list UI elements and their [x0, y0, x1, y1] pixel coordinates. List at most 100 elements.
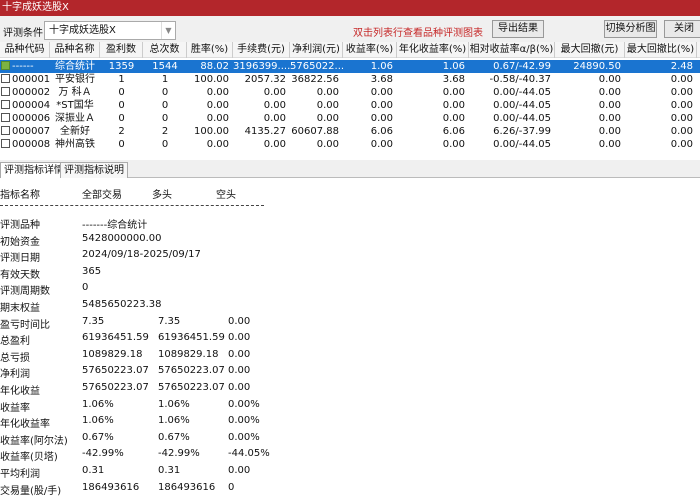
indicator-name: 有效天数 [0, 269, 40, 281]
cell: 0.00 [598, 139, 621, 150]
indicator-value: -42.99% [82, 448, 124, 460]
cell: 0.00 [670, 126, 693, 137]
cell: 3.68 [442, 74, 465, 85]
table-row[interactable]: 000002 万 科Ａ 0 0 0.00 0.00 0.00 0.00 0.00 0.00/-44… [0, 86, 700, 99]
checkbox[interactable] [1, 126, 10, 135]
cell: 2 [161, 126, 169, 137]
indicator-value: 0.67% [82, 431, 114, 443]
cell: 6.26/-37.99 [493, 126, 551, 137]
column-header[interactable]: 最大回撤比(%) [625, 42, 697, 58]
hint-text: 双击列表行查看品种评测图表 [353, 28, 483, 39]
cell: 000006 [12, 113, 50, 124]
column-header[interactable]: 总次数 [143, 42, 187, 58]
table-row[interactable]: 000007 全新好 2 2 100.00 4135.27 60607.88 6.06 6.06… [0, 125, 700, 138]
cell: 0.00 [670, 100, 693, 111]
indicator-name: 年化收益率 [0, 419, 50, 431]
export-button[interactable]: 导出结果 [492, 20, 544, 38]
switch-chart-button[interactable]: 切换分析图 [604, 20, 657, 38]
cell: 0.00 [263, 100, 286, 111]
tab-indicator-details[interactable]: 评测指标详情 [0, 162, 68, 178]
column-header[interactable]: 净利润(元) [290, 42, 343, 58]
close-button[interactable]: 关闭 [664, 20, 700, 38]
tab-bar: 评测指标详情 评测指标说明 [0, 160, 700, 178]
indicator-value: 0.67% [158, 431, 190, 443]
column-header[interactable]: 相对收益率α/β(%) [469, 42, 555, 58]
condition-select[interactable]: 十字成妖选股X ▼ [44, 21, 176, 40]
window-title: 十字成妖选股X [2, 2, 69, 13]
condition-value: 十字成妖选股X [49, 25, 116, 36]
cell: 0.00 [206, 100, 229, 111]
indicator-value: 0.00 [228, 315, 251, 327]
indicator-value: 1.06% [158, 398, 190, 410]
column-header[interactable]: 最大回撤(元) [555, 42, 625, 58]
cell: 0.00 [206, 113, 229, 124]
results-table[interactable]: 品种代码 品种名称 盈利数 总次数 胜率(%) 手续费(元) 净利润(元) 收益率(%) 年化收… [0, 42, 700, 158]
column-header[interactable]: 手续费(元) [233, 42, 290, 58]
table-row[interactable]: 000001 平安银行 1 1 100.00 2057.32 36822.56 3.68 3.6… [0, 73, 700, 86]
detail-panel: 指标名称 全部交易 多头 空头 评测品种 -------综合统计 初始资金 542800000… [0, 178, 700, 497]
cell: 000004 [12, 100, 50, 111]
indicator-value: 57650223.07 [158, 365, 225, 377]
table-header: 品种代码 品种名称 盈利数 总次数 胜率(%) 手续费(元) 净利润(元) 收益率(%) 年化收… [0, 42, 700, 58]
column-header[interactable]: 品种名称 [50, 42, 100, 58]
cell: 0.00 [670, 87, 693, 98]
table-row[interactable]: ------ 综合统计 1359 1544 88.02 3196399.... 576502… [0, 60, 700, 73]
toolbar: 评测条件: 十字成妖选股X ▼ 双击列表行查看品种评测图表 导出结果 切换分析图 … [0, 16, 700, 42]
column-header[interactable]: 年化收益率(%) [397, 42, 469, 58]
summary-icon[interactable] [1, 61, 10, 70]
title-bar: 十字成妖选股X [0, 0, 700, 16]
checkbox[interactable] [1, 113, 10, 122]
cell: 2057.32 [244, 74, 286, 85]
indicator-value: 7.35 [158, 315, 181, 327]
indicator-value: 0.00 [228, 332, 251, 344]
cell: 0.00 [670, 74, 693, 85]
indicator-value: 57650223.07 [82, 382, 149, 393]
cell: 0.00 [442, 113, 465, 124]
table-row[interactable]: 000006 深振业Ａ 0 0 0.00 0.00 0.00 0.00 0.00 0.00/-44… [0, 112, 700, 125]
cell: 0 [161, 100, 169, 111]
cell: 0.00 [370, 139, 393, 150]
indicator-name: 总亏损 [0, 352, 30, 364]
cell: 0.67/-42.99 [493, 61, 551, 72]
cell: 0.00/-44.05 [493, 139, 551, 150]
cell: 0.00 [598, 113, 621, 124]
cell: 深振业Ａ [55, 113, 95, 124]
detail-header: 空头 [216, 190, 236, 201]
indicator-name: 平均利润 [0, 469, 40, 480]
cell: 000002 [12, 87, 50, 98]
checkbox[interactable] [1, 100, 10, 109]
indicator-name: 收益率(阿尔法) [0, 435, 68, 447]
cell: 0.00 [206, 139, 229, 150]
cell: 3.68 [370, 74, 393, 85]
indicator-value: 0.00% [228, 398, 260, 410]
indicator-value: -42.99% [158, 448, 200, 460]
indicator-value: 0.00 [228, 348, 251, 360]
column-header[interactable]: 盈利数 [100, 42, 143, 58]
cell: 24890.50 [573, 61, 621, 72]
indicator-name: 盈亏时间比 [0, 319, 50, 331]
indicator-value: 0.00% [228, 415, 260, 427]
cell: 平安银行 [55, 74, 95, 85]
table-row[interactable]: 000004 *ST国华 0 0 0.00 0.00 0.00 0.00 0.00 0.00/-4… [0, 99, 700, 112]
cell: 2 [118, 126, 125, 137]
tab-indicator-description[interactable]: 评测指标说明 [60, 162, 128, 178]
chevron-down-icon[interactable]: ▼ [161, 22, 175, 39]
indicator-value: 0.00 [228, 465, 251, 476]
column-header[interactable]: 品种代码 [0, 42, 50, 58]
cell: 0.00 [442, 139, 465, 150]
cell: 0.00 [370, 87, 393, 98]
column-header[interactable]: 胜率(%) [187, 42, 233, 58]
column-header[interactable]: 收益率(%) [343, 42, 397, 58]
checkbox[interactable] [1, 139, 10, 148]
checkbox[interactable] [1, 87, 10, 96]
indicator-value: 186493616 [158, 481, 216, 493]
cell: 3196399.... [233, 61, 290, 72]
checkbox[interactable] [1, 74, 10, 83]
indicator-value: 1.06% [82, 398, 114, 410]
indicator-value: 1.06% [158, 415, 190, 427]
table-row[interactable]: 000008 神州高铁 0 0 0.00 0.00 0.00 0.00 0.00 0.00/-44… [0, 138, 700, 151]
indicator-name: 评测日期 [0, 253, 40, 265]
indicator-name: 收益率(贝塔) [0, 452, 58, 464]
indicator-value: 57650223.07 [82, 365, 149, 377]
condition-label: 评测条件: [3, 28, 47, 39]
